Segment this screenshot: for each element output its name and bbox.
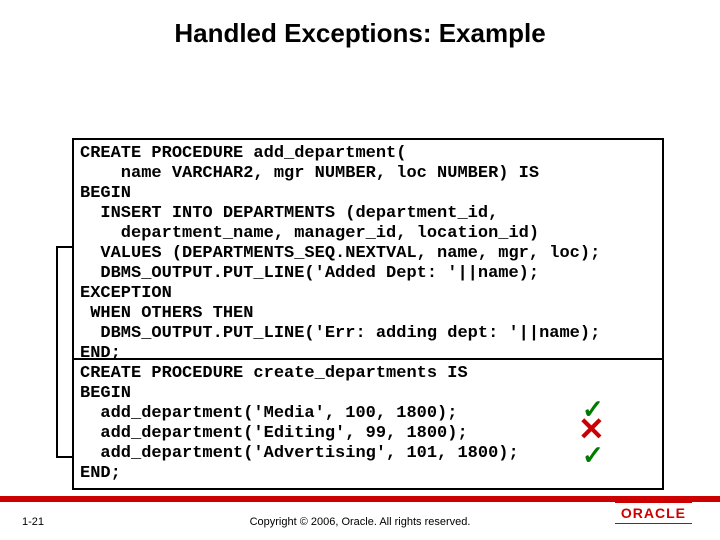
- copyright-text: Copyright © 2006, Oracle. All rights res…: [0, 516, 720, 528]
- check-icon: ✓: [582, 440, 604, 471]
- slide: Handled Exceptions: Example CREATE PROCE…: [0, 0, 720, 540]
- oracle-logo: ORACLE: [615, 502, 692, 524]
- code-block-add-department: CREATE PROCEDURE add_department( name VA…: [72, 138, 664, 371]
- connector-line: [56, 246, 58, 458]
- slide-title: Handled Exceptions: Example: [0, 18, 720, 49]
- footer-divider: [0, 496, 720, 502]
- connector-line: [56, 246, 72, 248]
- connector-line: [56, 456, 72, 458]
- code-block-create-departments: CREATE PROCEDURE create_departments IS B…: [72, 358, 664, 490]
